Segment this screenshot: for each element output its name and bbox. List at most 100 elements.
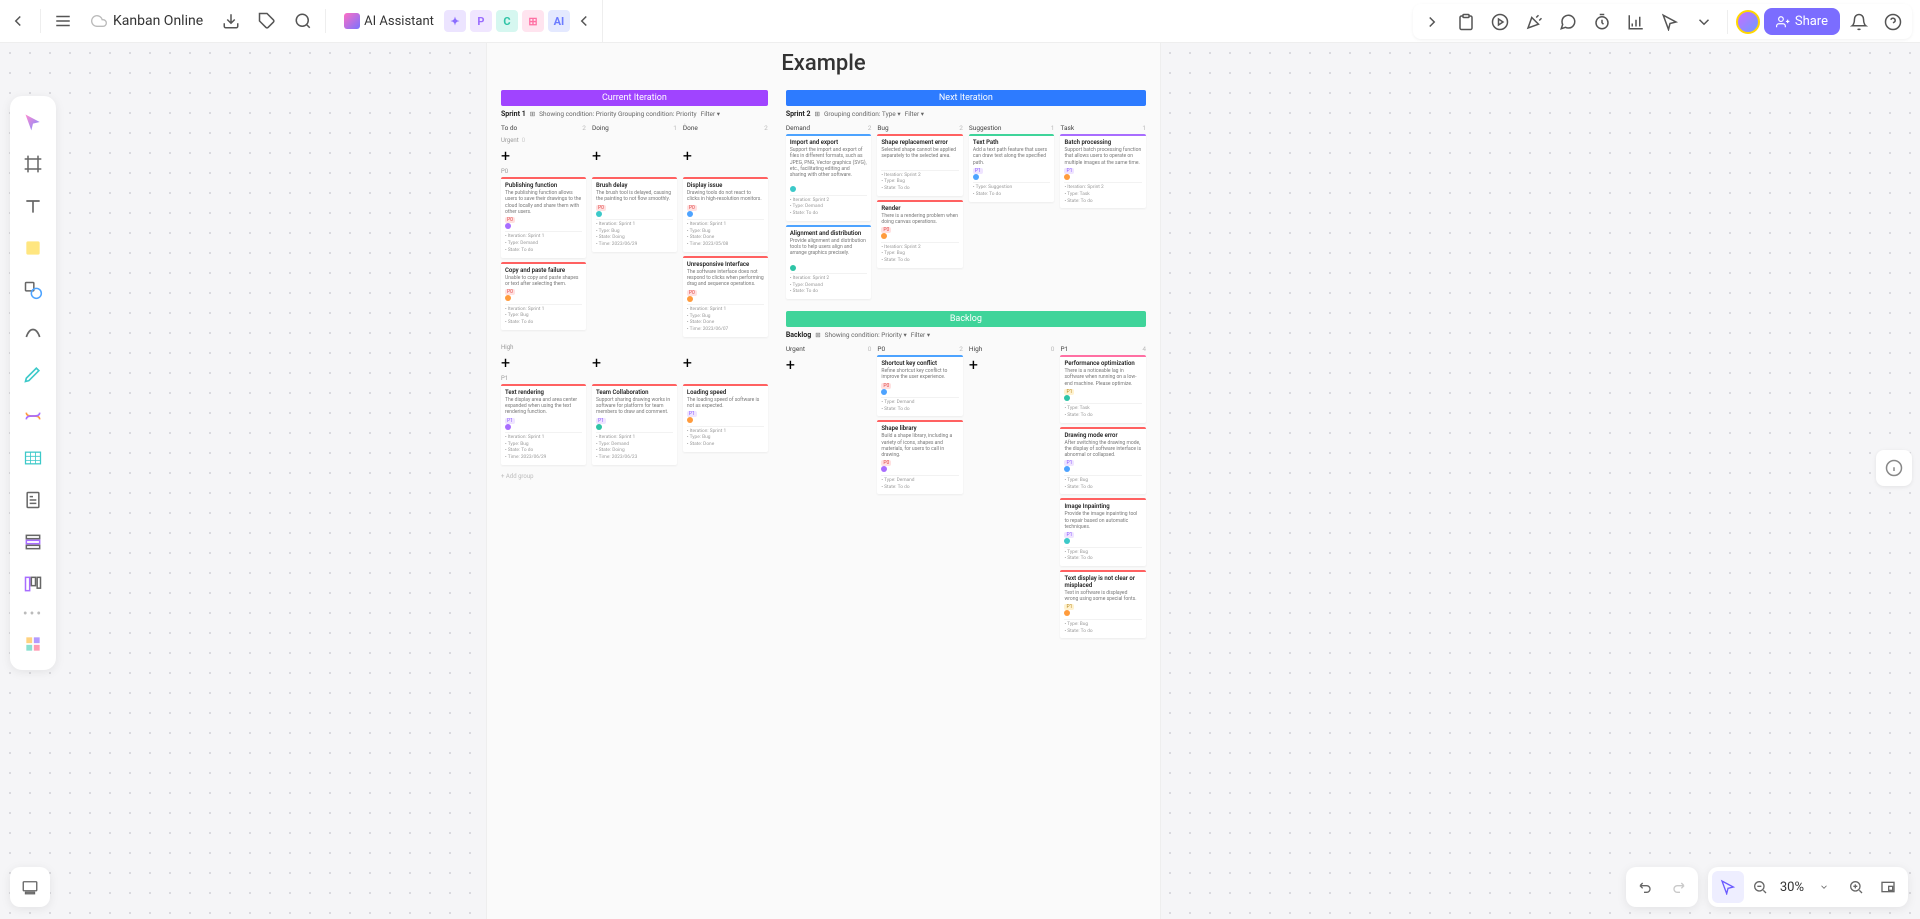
back-button[interactable] (0, 3, 36, 39)
table-tool[interactable] (15, 438, 51, 478)
separator (325, 9, 326, 33)
ai-collapse-button[interactable] (574, 3, 594, 39)
more-button[interactable] (1689, 7, 1719, 37)
comment-button[interactable] (1553, 7, 1583, 37)
kanban-card[interactable]: Alignment and distributionProvide alignm… (786, 225, 872, 299)
ai-chip-c[interactable]: C (496, 10, 518, 32)
cursor-button[interactable] (1655, 7, 1685, 37)
redo-button[interactable] (1662, 871, 1694, 903)
kanban-card[interactable]: Display issueDrawing tools do not react … (683, 177, 768, 252)
clipboard-button[interactable] (1451, 7, 1481, 37)
user-avatar[interactable] (1736, 10, 1760, 34)
kanban-card[interactable]: Import and exportSupport the import and … (786, 134, 872, 221)
celebrate-button[interactable] (1519, 7, 1549, 37)
undo-button[interactable] (1630, 871, 1662, 903)
canvas-page[interactable]: Example Current Iteration Sprint 1 ⊞Show… (487, 43, 1160, 919)
kanban-card[interactable]: RenderThere is a rendering problem when … (877, 200, 963, 268)
ai-chip-sparkle[interactable]: ✦ (444, 10, 466, 32)
info-button[interactable] (1876, 450, 1912, 486)
minimap-button[interactable] (1872, 871, 1904, 903)
tag-button[interactable] (249, 3, 285, 39)
group-urgent[interactable]: Urgent 0 (501, 137, 768, 144)
p1-doing: Team CollaborationSupport sharing drawin… (592, 384, 677, 469)
group-p1[interactable]: P1 (501, 375, 768, 382)
zoom-dropdown[interactable] (1808, 871, 1840, 903)
kanban-card[interactable]: Text PathAdd a text path feature that us… (969, 134, 1055, 202)
download-button[interactable] (213, 3, 249, 39)
group-high[interactable]: High (501, 344, 768, 351)
shape-tool[interactable] (15, 270, 51, 310)
more-tools[interactable]: ••• (23, 606, 43, 622)
kanban-card[interactable]: Image InpaintingProvide the image inpain… (1060, 498, 1146, 566)
high-todo[interactable]: + (501, 353, 586, 372)
select-tool[interactable] (15, 102, 51, 142)
kanban-tool[interactable] (15, 564, 51, 604)
phase-current[interactable]: Current Iteration (501, 90, 768, 106)
urgent-todo[interactable]: + (501, 146, 586, 165)
share-button[interactable]: Share (1764, 8, 1840, 35)
add-col[interactable]: + (683, 122, 687, 130)
zoom-in-button[interactable] (1840, 871, 1872, 903)
connector-tool[interactable] (15, 396, 51, 436)
kanban-card[interactable]: Unresponsive InterfaceThe software inter… (683, 256, 768, 337)
line-tool[interactable] (15, 312, 51, 352)
ai-chip-p[interactable]: P (470, 10, 492, 32)
urgent-doing[interactable]: + (592, 146, 677, 165)
kanban-card[interactable]: Shape libraryBuild a shape library, incl… (877, 420, 963, 494)
kanban-card[interactable]: Copy and paste failureUnable to copy and… (501, 262, 586, 330)
text-tool[interactable] (15, 186, 51, 226)
backlog-filter[interactable]: Filter ▾ (911, 331, 930, 339)
kanban-card[interactable]: Brush delayThe brush tool is delayed, ca… (592, 177, 677, 252)
kanban-card[interactable]: Shortcut key conflictRefine shortcut key… (877, 355, 963, 416)
sprint1-filter[interactable]: Filter ▾ (701, 110, 720, 118)
chart-button[interactable] (1621, 7, 1651, 37)
group-p0[interactable]: P0 (501, 168, 768, 175)
bl-high-empty[interactable]: + (969, 355, 1055, 374)
sticky-note-tool[interactable] (15, 228, 51, 268)
bl-urgent-empty[interactable]: + (786, 355, 872, 374)
menu-button[interactable] (45, 3, 81, 39)
phase-next[interactable]: Next Iteration (786, 90, 1146, 106)
frame-tool[interactable] (15, 144, 51, 184)
notification-button[interactable] (1844, 7, 1874, 37)
play-button[interactable] (1485, 7, 1515, 37)
kanban-card[interactable]: Loading speedThe loading speed of softwa… (683, 384, 768, 452)
kanban-card[interactable]: Text renderingThe display area and area … (501, 384, 586, 465)
sprint2-filter[interactable]: Filter ▾ (905, 110, 924, 118)
sprint1-grouping[interactable]: Showing condition: Priority Grouping con… (539, 110, 696, 118)
list-tool[interactable] (15, 522, 51, 562)
kanban-card[interactable]: Drawing mode errorAfter switching the dr… (1060, 427, 1146, 495)
high-doing[interactable]: + (592, 353, 677, 372)
high-done[interactable]: + (683, 353, 768, 372)
ai-logo-icon (344, 13, 360, 29)
expand-right-button[interactable] (1417, 7, 1447, 37)
kanban-card[interactable]: Team CollaborationSupport sharing drawin… (592, 384, 677, 465)
document-name[interactable]: Kanban Online (81, 13, 213, 29)
zoom-out-button[interactable] (1744, 871, 1776, 903)
pen-tool[interactable] (15, 354, 51, 394)
col-todo-count: 2 (582, 124, 586, 132)
timer-button[interactable] (1587, 7, 1617, 37)
kanban-card[interactable]: Batch processingSupport batch processing… (1060, 134, 1146, 208)
pointer-mode[interactable] (1712, 871, 1744, 903)
zoom-level[interactable]: 30% (1776, 880, 1808, 895)
add-group[interactable]: + Add group (501, 473, 768, 480)
ai-chip-ai[interactable]: AI (548, 10, 570, 32)
kanban-card[interactable]: Text display is not clear or misplacedTe… (1060, 570, 1146, 638)
kanban-card[interactable]: Performance optimizationThere is a notic… (1060, 355, 1146, 423)
help-button[interactable] (1878, 7, 1908, 37)
urgent-done[interactable]: + (683, 146, 768, 165)
slides-button[interactable] (10, 867, 50, 907)
sprint2-grouping[interactable]: Grouping condition: Type ▾ (824, 110, 901, 118)
phase-backlog[interactable]: Backlog (786, 311, 1146, 327)
backlog-grouping[interactable]: Showing condition: Priority ▾ (825, 331, 907, 339)
apps-tool[interactable] (15, 624, 51, 664)
separator (40, 9, 41, 33)
kanban-card[interactable]: Shape replacement errorSelected shape ca… (877, 134, 963, 196)
ai-chip-grid[interactable]: ⊞ (522, 10, 544, 32)
search-button[interactable] (285, 3, 321, 39)
view-group: 30% (1708, 867, 1908, 907)
kanban-card[interactable]: Publishing functionThe publishing functi… (501, 177, 586, 258)
ai-assistant-button[interactable]: AI Assistant (338, 13, 440, 29)
doc-tool[interactable] (15, 480, 51, 520)
